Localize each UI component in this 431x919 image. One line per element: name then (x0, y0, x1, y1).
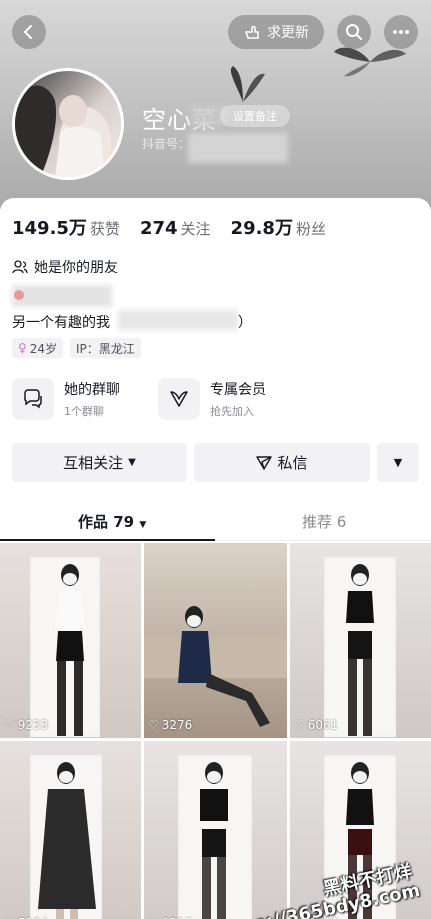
chevron-left-icon (23, 25, 32, 39)
request-update-label: 求更新 (267, 25, 309, 41)
video-figure (54, 564, 86, 736)
heart-icon: ♡ (294, 718, 305, 732)
message-label: 私信 (277, 454, 308, 472)
signature-text: 另一个有趣的我 (12, 315, 110, 331)
heart-icon: ♡ (148, 718, 159, 732)
emoji-icon (14, 290, 24, 300)
ip-tag: IP：黑龙江 (70, 338, 141, 358)
stat-label: 粉丝 (295, 220, 326, 238)
stat-followers[interactable]: 29.8万 粉丝 (231, 214, 326, 240)
chat-bubble-icon (12, 378, 54, 420)
message-button[interactable]: 私信 (194, 443, 370, 482)
request-update-button[interactable]: 求更新 (228, 15, 324, 49)
hand-point-icon (245, 25, 259, 39)
active-tab-indicator (0, 539, 215, 541)
video-thumbnail[interactable]: ♡ 9233 (0, 543, 141, 738)
video-thumbnail[interactable]: ♡ 3276 (144, 543, 287, 738)
caret-down-icon: ▼ (139, 520, 147, 530)
video-figure (346, 564, 374, 736)
video-thumbnail[interactable]: ♡5184 (0, 741, 141, 919)
caret-down-icon: ▼ (393, 456, 403, 469)
avatar-photo (15, 85, 111, 177)
set-remark-button[interactable]: 设置备注 (220, 105, 290, 127)
stat-likes[interactable]: 149.5万 获赞 (12, 214, 120, 240)
video-likes: ♡ 6061 (294, 718, 338, 732)
more-dots-icon (393, 30, 409, 34)
membership-entry[interactable]: 专属会员 抢先加入 (158, 378, 266, 420)
likes-count: 6061 (307, 718, 339, 732)
stat-value: 29.8万 (230, 218, 293, 239)
search-icon (346, 24, 362, 40)
v-badge-icon (158, 378, 200, 420)
stat-value: 149.5万 (12, 218, 87, 239)
membership-sub: 抢先加入 (210, 405, 254, 418)
friend-indicator: 她是你的朋友 (12, 257, 118, 277)
video-likes: ♡ 3276 (148, 718, 192, 732)
avatar[interactable] (12, 68, 124, 180)
group-chat-title: 她的群聊 (64, 382, 120, 398)
stat-value: 274 (139, 218, 178, 239)
stat-following[interactable]: 274 关注 (140, 218, 211, 239)
mutual-follow-label: 互相关注 (63, 454, 124, 472)
age-text: 24岁 (29, 341, 58, 356)
stat-label: 关注 (180, 220, 211, 238)
tab-works[interactable]: 作品 79 ▼ (78, 511, 146, 532)
back-button[interactable] (12, 15, 46, 49)
female-icon: ♀ (18, 341, 27, 355)
redacted-signature (118, 310, 238, 330)
group-chat-entry[interactable]: 她的群聊 1个群聊 (12, 378, 120, 420)
tab-recommended[interactable]: 推荐 6 (302, 511, 346, 532)
expand-button[interactable]: ▼ (377, 443, 419, 482)
group-chat-sub: 1个群聊 (64, 405, 104, 418)
friend-text: 她是你的朋友 (34, 260, 118, 276)
age-tag: ♀ 24岁 (12, 338, 64, 358)
tab-works-label: 作品 79 (78, 513, 135, 531)
redacted-signature (12, 285, 112, 307)
video-thumbnail[interactable]: ♡ 6061 (290, 543, 431, 738)
video-figure (38, 762, 96, 919)
heart-icon: ♡ (4, 718, 15, 732)
signature-end: ） (238, 315, 252, 331)
profile-header: 求更新 空心菜 设置备注 抖音号： (0, 0, 431, 210)
butterfly-decoration (334, 47, 406, 77)
video-likes: ♡ 9233 (4, 718, 48, 732)
video-figure (200, 762, 228, 919)
video-grid: ♡9233 ♡3276 ♡6061 ♡5184 (0, 543, 431, 919)
membership-title: 专属会员 (210, 382, 266, 398)
stat-label: 获赞 (89, 220, 120, 238)
douyin-id-label: 抖音号： (142, 137, 191, 151)
likes-count: 9233 (17, 718, 49, 732)
caret-down-icon: ▼ (128, 457, 136, 468)
stats-row: 149.5万 获赞 274 关注 29.8万 粉丝 (12, 214, 326, 240)
likes-count: 3276 (161, 718, 193, 732)
users-icon (12, 260, 28, 274)
send-icon (256, 455, 273, 470)
mutual-follow-button[interactable]: 互相关注 ▼ (12, 443, 187, 482)
redacted-id (188, 133, 288, 163)
content-tabs: 作品 79 ▼ 推荐 6 (0, 503, 431, 541)
